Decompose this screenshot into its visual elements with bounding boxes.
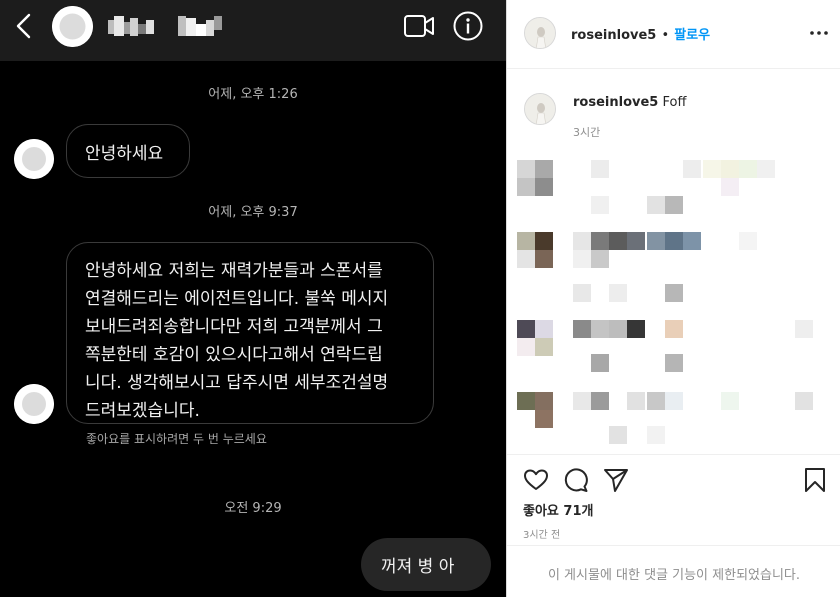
author-line: roseinlove5 • 팔로우 xyxy=(571,24,710,43)
contact-avatar[interactable] xyxy=(52,6,93,47)
post-actions: 좋아요 71개 3시간 전 xyxy=(507,454,840,542)
share-direct-icon[interactable] xyxy=(603,467,629,493)
incoming-message[interactable]: 안녕하세요 저희는 재력가분들과 스폰서를 연결해드리는 에이전트입니다. 불쑥… xyxy=(66,242,434,424)
like-heart-icon[interactable] xyxy=(523,467,549,493)
post-panel: roseinlove5 • 팔로우 roseinlove5 Foff 3시간 좋… xyxy=(506,0,840,597)
info-icon[interactable] xyxy=(452,10,484,42)
post-header: roseinlove5 • 팔로우 xyxy=(507,0,840,69)
follow-button[interactable]: 팔로우 xyxy=(674,28,710,43)
incoming-message[interactable]: 안녕하세요 xyxy=(66,124,190,178)
outgoing-message[interactable]: 꺼져 병 아 xyxy=(361,538,491,591)
comments-disabled-notice: 이 게시물에 대한 댓글 기능이 제한되었습니다. xyxy=(507,545,840,597)
dm-panel: 어제, 오후 1:26 안녕하세요 어제, 오후 9:37 안녕하세요 저희는 … xyxy=(0,0,506,597)
caption-time: 3시간 xyxy=(573,126,601,139)
caption-avatar[interactable] xyxy=(524,93,556,125)
message-timestamp: 어제, 오후 9:37 xyxy=(208,205,298,220)
message-timestamp: 오전 9:29 xyxy=(224,501,282,516)
more-options-icon[interactable] xyxy=(807,25,831,41)
post-time: 3시간 전 xyxy=(523,530,561,541)
sender-avatar[interactable] xyxy=(14,139,54,179)
dm-header xyxy=(0,0,506,61)
like-count[interactable]: 좋아요 71개 xyxy=(523,500,593,519)
caption-text: Foff xyxy=(662,95,687,110)
double-tap-like-hint: 좋아요를 표시하려면 두 번 누르세요 xyxy=(86,432,267,446)
contact-name-redacted xyxy=(108,16,222,36)
caption: roseinlove5 Foff xyxy=(573,95,686,110)
video-call-icon[interactable] xyxy=(403,13,435,39)
pixelated-comments xyxy=(507,150,840,450)
comment-icon[interactable] xyxy=(563,467,589,493)
sender-avatar[interactable] xyxy=(14,384,54,424)
caption-username[interactable]: roseinlove5 xyxy=(573,95,658,110)
author-username[interactable]: roseinlove5 xyxy=(571,28,656,43)
separator-dot: • xyxy=(661,28,670,43)
author-avatar[interactable] xyxy=(524,17,556,49)
message-timestamp: 어제, 오후 1:26 xyxy=(208,87,298,102)
back-icon[interactable] xyxy=(12,13,36,39)
bookmark-icon[interactable] xyxy=(803,467,827,493)
